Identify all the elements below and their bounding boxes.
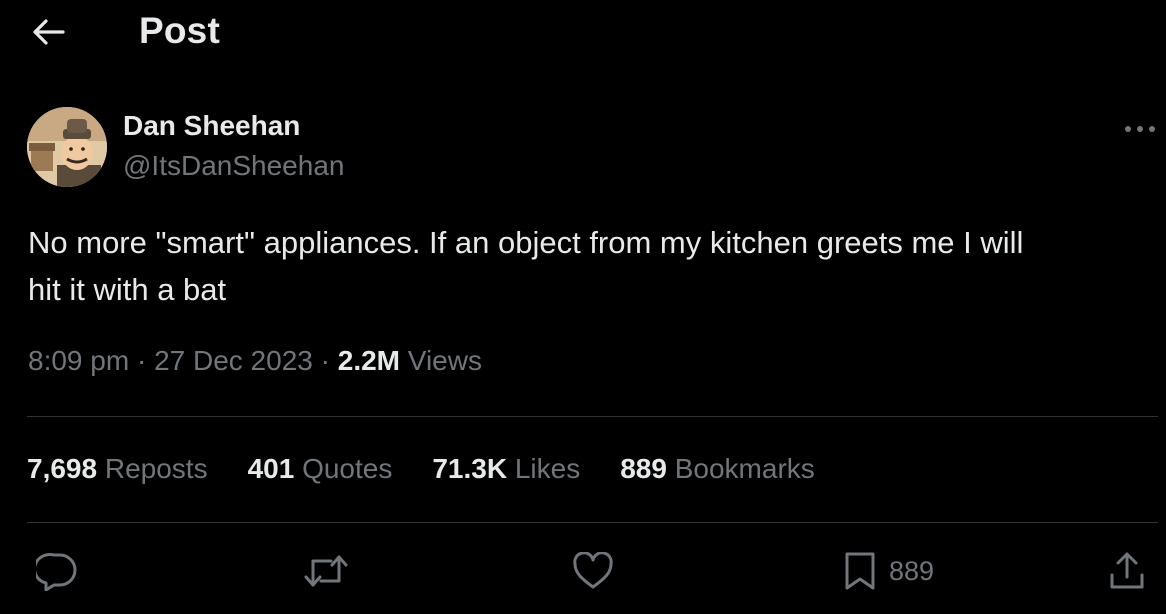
avatar-illustration bbox=[27, 107, 107, 187]
share-button[interactable] bbox=[1108, 548, 1146, 594]
stat-count: 7,698 bbox=[27, 453, 98, 484]
repost-icon bbox=[304, 555, 348, 587]
stat-label: Bookmarks bbox=[674, 453, 815, 484]
author-name[interactable]: Dan Sheehan bbox=[123, 110, 300, 142]
like-button[interactable] bbox=[572, 548, 614, 594]
more-button[interactable] bbox=[1118, 112, 1162, 146]
post-page: Post Dan Sheehan @ItsDanSheehan No more … bbox=[0, 0, 1166, 614]
reply-icon bbox=[36, 553, 77, 591]
tweet-meta: 8:09 pm · 27 Dec 2023 · 2.2M Views bbox=[28, 345, 482, 377]
tweet-date[interactable]: 27 Dec 2023 bbox=[154, 345, 313, 376]
stat-label: Likes bbox=[514, 453, 581, 484]
stat-label: Quotes bbox=[302, 453, 393, 484]
stat-count: 71.3K bbox=[432, 453, 508, 484]
bookmark-icon bbox=[845, 552, 875, 590]
heart-icon bbox=[573, 552, 613, 589]
views-label: Views bbox=[407, 345, 482, 376]
bookmark-button[interactable]: 889 bbox=[843, 548, 934, 594]
divider bbox=[27, 522, 1158, 523]
more-horizontal-icon bbox=[1125, 126, 1155, 132]
engagement-stats: 7,698 Reposts 401 Quotes 71.3K Likes 889… bbox=[27, 453, 815, 485]
stat-quotes[interactable]: 401 Quotes bbox=[248, 453, 393, 485]
repost-button[interactable] bbox=[303, 548, 349, 594]
meta-separator: · bbox=[136, 345, 147, 376]
tweet-text-line: hit it with a bat bbox=[28, 272, 227, 307]
stat-count: 401 bbox=[247, 453, 295, 484]
page-title: Post bbox=[139, 10, 220, 51]
tweet-text-line: No more "smart" appliances. If an object… bbox=[28, 225, 1024, 260]
stat-count: 889 bbox=[620, 453, 667, 484]
views-count: 2.2M bbox=[337, 345, 400, 376]
tweet-time[interactable]: 8:09 pm bbox=[28, 345, 129, 376]
stat-likes[interactable]: 71.3K Likes bbox=[432, 453, 580, 485]
stat-label: Reposts bbox=[104, 453, 208, 484]
author-handle[interactable]: @ItsDanSheehan bbox=[123, 150, 344, 182]
divider bbox=[27, 416, 1158, 417]
arrow-left-icon bbox=[33, 19, 65, 45]
bookmark-count: 889 bbox=[889, 555, 935, 586]
tweet-text: No more "smart" appliances. If an object… bbox=[28, 219, 1158, 313]
stat-reposts[interactable]: 7,698 Reposts bbox=[27, 453, 208, 485]
reply-button[interactable] bbox=[36, 548, 78, 594]
share-icon bbox=[1110, 552, 1144, 589]
avatar[interactable] bbox=[27, 107, 107, 187]
stat-bookmarks[interactable]: 889 Bookmarks bbox=[620, 453, 815, 485]
meta-separator: · bbox=[320, 345, 330, 376]
back-button[interactable] bbox=[26, 12, 70, 52]
